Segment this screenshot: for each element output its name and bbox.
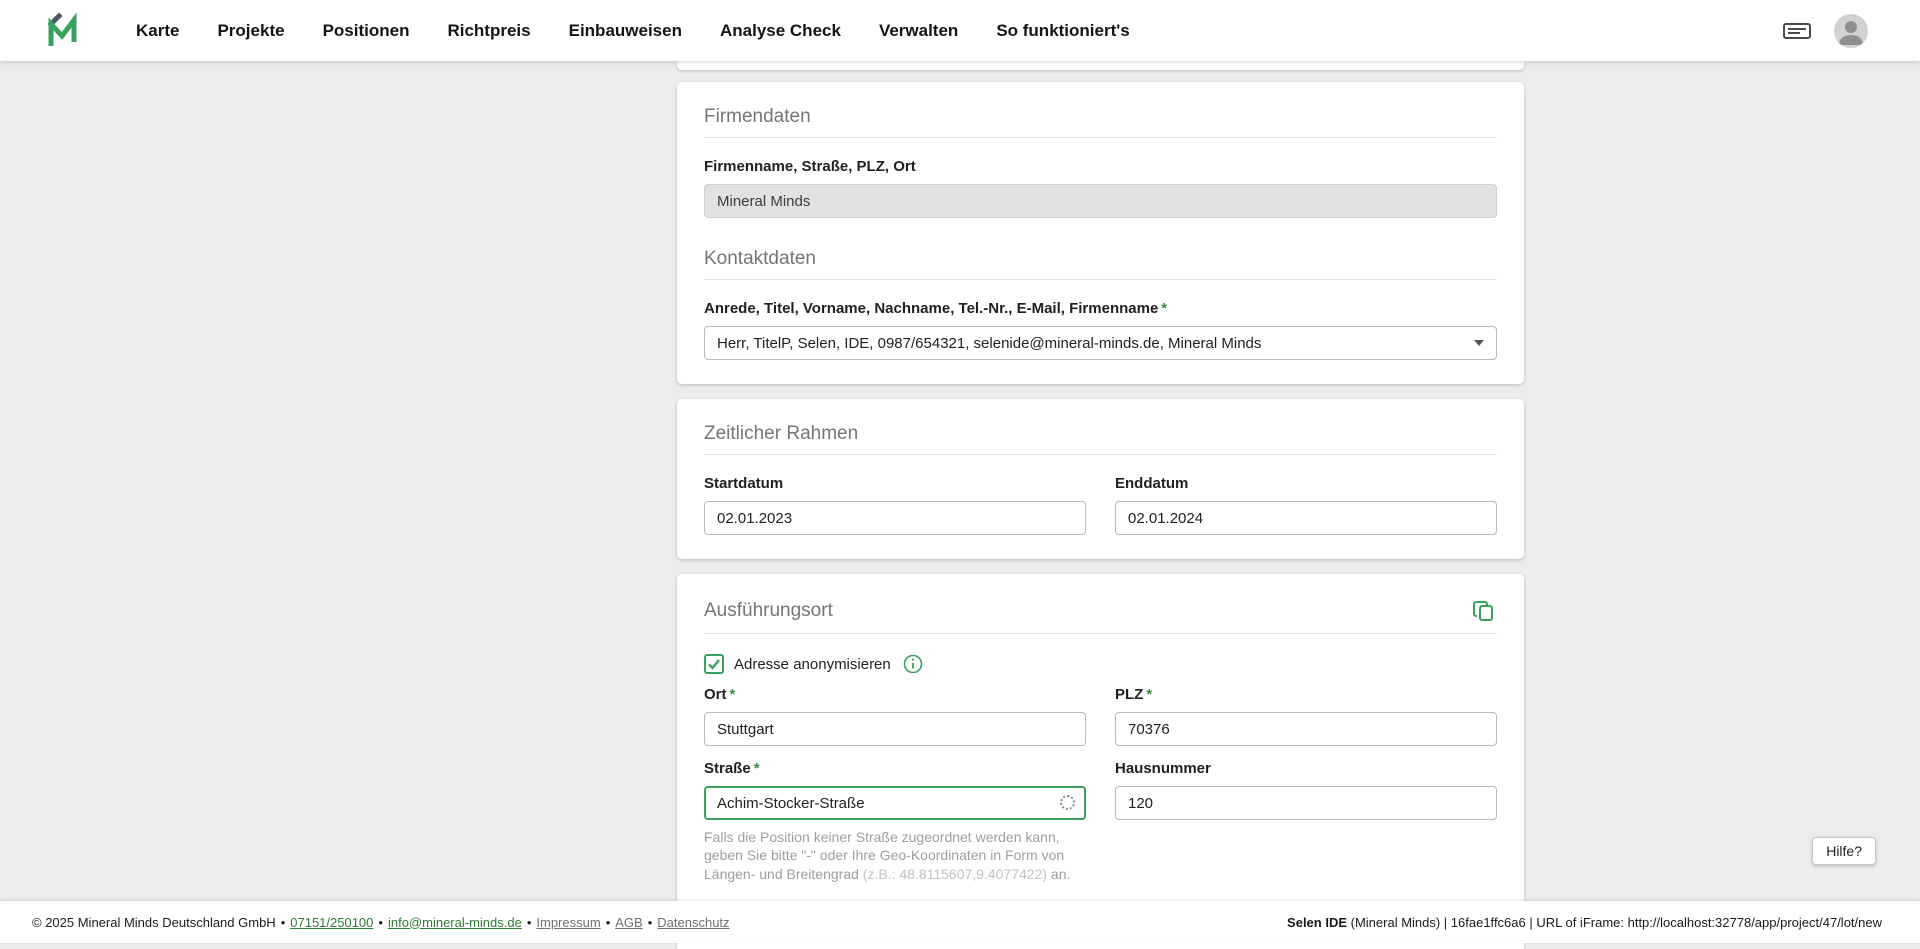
chevron-down-icon bbox=[1474, 340, 1484, 346]
kontakt-field-label: Anrede, Titel, Vorname, Nachname, Tel.-N… bbox=[704, 300, 1497, 317]
phone-link[interactable]: 07151/250100 bbox=[290, 915, 373, 930]
kontakt-field-label-text: Anrede, Titel, Vorname, Nachname, Tel.-N… bbox=[704, 300, 1158, 317]
person-icon bbox=[1834, 14, 1868, 48]
email-link[interactable]: info@mineral-minds.de bbox=[388, 915, 522, 930]
plz-input[interactable] bbox=[1115, 712, 1497, 746]
kontakt-select[interactable]: Herr, TitelP, Selen, IDE, 0987/654321, s… bbox=[704, 326, 1497, 360]
ide-details: (Mineral Minds) | 16fae1ffc6a6 | URL of … bbox=[1347, 915, 1882, 930]
kontakt-select-value: Herr, TitelP, Selen, IDE, 0987/654321, s… bbox=[717, 335, 1261, 352]
kontaktdaten-title: Kontaktdaten bbox=[704, 248, 1497, 270]
card-firmendaten: Firmendaten Firmenname, Straße, PLZ, Ort… bbox=[677, 82, 1524, 384]
card-zeitlicher-rahmen: Zeitlicher Rahmen Startdatum Enddatum bbox=[677, 399, 1524, 559]
nav-item-richtpreis[interactable]: Richtpreis bbox=[447, 21, 530, 41]
strasse-label: Straße* bbox=[704, 760, 1086, 777]
nav-item-positionen[interactable]: Positionen bbox=[323, 21, 410, 41]
main-content: Firmendaten Firmenname, Straße, PLZ, Ort… bbox=[0, 61, 1920, 901]
plz-label: PLZ* bbox=[1115, 686, 1497, 703]
required-asterisk: * bbox=[1146, 686, 1152, 703]
ort-label: Ort* bbox=[704, 686, 1086, 703]
copy-icon[interactable] bbox=[1471, 598, 1497, 624]
form-column: Firmendaten Firmenname, Straße, PLZ, Ort… bbox=[677, 61, 1524, 949]
nav-item-karte[interactable]: Karte bbox=[136, 21, 179, 41]
hausnummer-field: Hausnummer bbox=[1115, 746, 1497, 820]
separator: • bbox=[378, 915, 383, 930]
firmendaten-title: Firmendaten bbox=[704, 106, 1497, 128]
footer-left: © 2025 Mineral Minds Deutschland GmbH • … bbox=[32, 915, 730, 930]
footer: © 2025 Mineral Minds Deutschland GmbH • … bbox=[0, 901, 1920, 943]
agb-link[interactable]: AGB bbox=[615, 915, 642, 930]
nav-item-verwalten[interactable]: Verwalten bbox=[879, 21, 958, 41]
check-icon bbox=[707, 657, 721, 671]
impressum-link[interactable]: Impressum bbox=[536, 915, 600, 930]
divider bbox=[704, 633, 1497, 634]
nav-item-projekte[interactable]: Projekte bbox=[217, 21, 284, 41]
strasse-hint-example: (z.B.: 48.8115607,9.4077422) bbox=[863, 866, 1047, 882]
ide-name: Selen IDE bbox=[1287, 915, 1347, 930]
startdatum-input[interactable] bbox=[704, 501, 1086, 535]
required-asterisk: * bbox=[1161, 300, 1167, 317]
enddatum-label: Enddatum bbox=[1115, 475, 1497, 492]
strasse-field: Straße* Falls die Position keiner Straße… bbox=[704, 746, 1086, 883]
hausnummer-label: Hausnummer bbox=[1115, 760, 1497, 777]
separator: • bbox=[281, 915, 286, 930]
user-avatar[interactable] bbox=[1834, 14, 1868, 48]
plz-field: PLZ* bbox=[1115, 670, 1497, 746]
company-field-label: Firmenname, Straße, PLZ, Ort bbox=[704, 158, 1497, 175]
server-icon[interactable] bbox=[1782, 19, 1812, 43]
enddatum-input[interactable] bbox=[1115, 501, 1497, 535]
zeitraum-title: Zeitlicher Rahmen bbox=[704, 423, 1497, 445]
copyright-text: © 2025 Mineral Minds Deutschland GmbH bbox=[32, 915, 276, 930]
nav-item-so-funktionierts[interactable]: So funktioniert's bbox=[996, 21, 1129, 41]
ort-label-text: Ort bbox=[704, 686, 727, 703]
ausfuehrungsort-title: Ausführungsort bbox=[704, 600, 833, 622]
required-asterisk: * bbox=[730, 686, 736, 703]
nav-links: Karte Projekte Positionen Richtpreis Ein… bbox=[136, 21, 1130, 41]
nav-right bbox=[1782, 14, 1868, 48]
enddatum-field: Enddatum bbox=[1115, 455, 1497, 535]
nav-item-analyse-check[interactable]: Analyse Check bbox=[720, 21, 841, 41]
startdatum-field: Startdatum bbox=[704, 455, 1086, 535]
previous-card-partial bbox=[677, 61, 1524, 70]
hausnummer-input[interactable] bbox=[1115, 786, 1497, 820]
firmenname-input bbox=[704, 184, 1497, 218]
strasse-input[interactable] bbox=[704, 786, 1086, 820]
divider bbox=[704, 279, 1497, 280]
strasse-hint: Falls die Position keiner Straße zugeord… bbox=[704, 828, 1086, 883]
ort-field: Ort* bbox=[704, 670, 1086, 746]
divider bbox=[704, 137, 1497, 138]
loading-spinner-icon bbox=[1060, 795, 1075, 810]
help-button[interactable]: Hilfe? bbox=[1812, 837, 1876, 865]
startdatum-label: Startdatum bbox=[704, 475, 1086, 492]
required-asterisk: * bbox=[754, 760, 760, 777]
mineral-minds-logo-icon[interactable] bbox=[44, 9, 88, 53]
strasse-label-text: Straße bbox=[704, 760, 751, 777]
ort-input[interactable] bbox=[704, 712, 1086, 746]
card-ausfuehrungsort: Ausführungsort Adresse anonymisieren bbox=[677, 574, 1524, 907]
separator: • bbox=[648, 915, 653, 930]
nav-item-einbauweisen[interactable]: Einbauweisen bbox=[569, 21, 682, 41]
separator: • bbox=[527, 915, 532, 930]
strasse-hint-end: an. bbox=[1047, 866, 1070, 882]
plz-label-text: PLZ bbox=[1115, 686, 1143, 703]
top-nav: Karte Projekte Positionen Richtpreis Ein… bbox=[0, 0, 1920, 61]
footer-status: Selen IDE (Mineral Minds) | 16fae1ffc6a6… bbox=[1287, 915, 1882, 930]
separator: • bbox=[606, 915, 611, 930]
datenschutz-link[interactable]: Datenschutz bbox=[657, 915, 729, 930]
